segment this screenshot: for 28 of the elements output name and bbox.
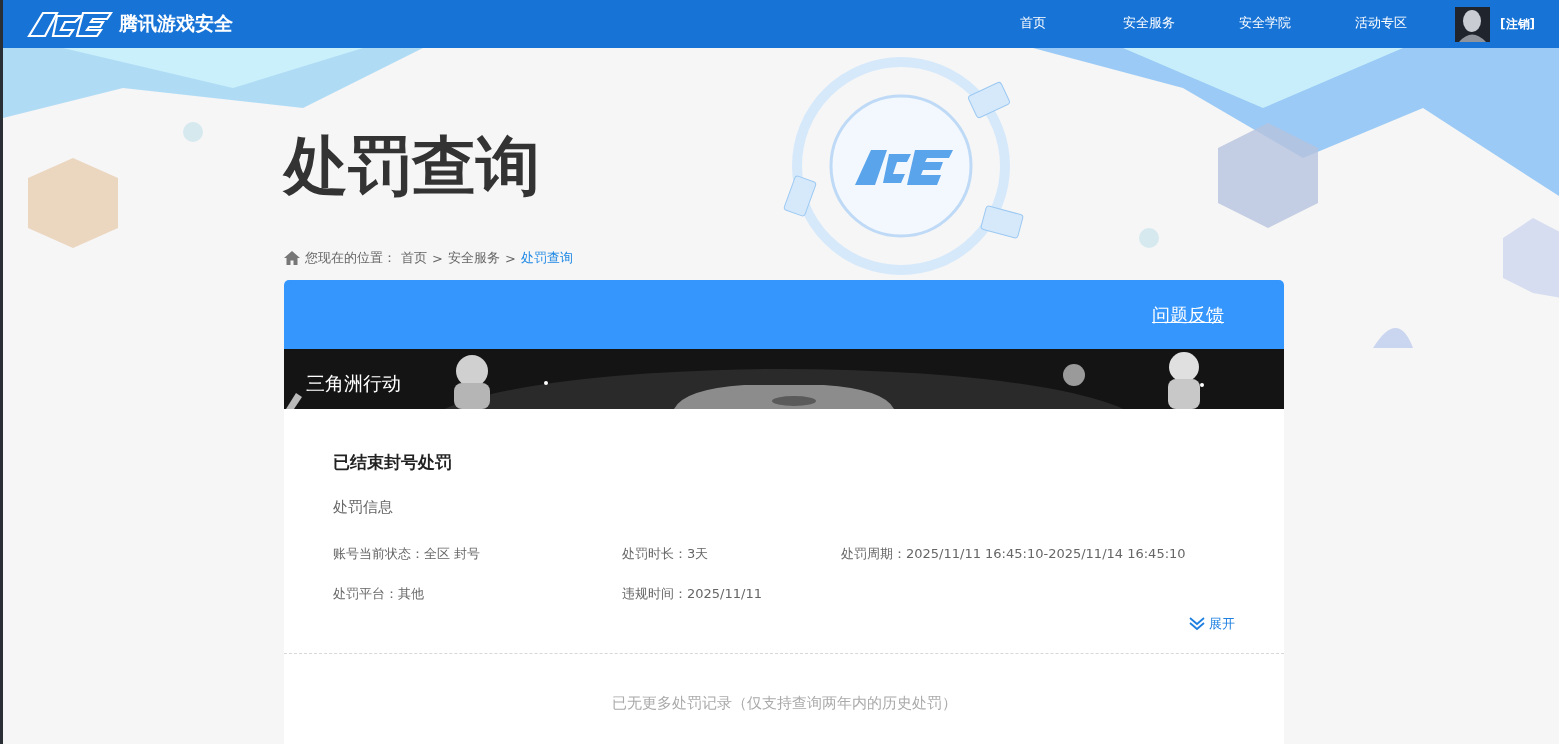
breadcrumb-separator: >: [504, 250, 516, 266]
info-field: 违规时间：2025/11/11: [622, 585, 841, 603]
nav-link[interactable]: 首页: [975, 10, 1092, 38]
feedback-link[interactable]: 问题反馈: [1152, 302, 1224, 327]
logo-icon: [27, 10, 113, 38]
end-note: 已无更多处罚记录（仅支持查询两年内的历史处罚）: [610, 694, 958, 713]
nav-link[interactable]: 活动专区: [1323, 10, 1440, 38]
breadcrumb-link[interactable]: 处罚查询: [520, 249, 573, 267]
info-field: 处罚时长：3天: [622, 545, 841, 563]
breadcrumb-label: 您现在的位置：: [305, 249, 396, 267]
section-label: 处罚信息: [333, 498, 394, 517]
brand-name: 腾讯游戏安全: [119, 11, 233, 36]
avatar[interactable]: [1455, 6, 1491, 42]
breadcrumb-separator: >: [432, 250, 443, 266]
record-title: 已结束封号处罚: [333, 451, 453, 474]
breadcrumb-link[interactable]: 安全服务: [447, 249, 500, 267]
breadcrumb-link[interactable]: 首页: [401, 249, 427, 267]
expand-button[interactable]: 展开: [1189, 615, 1235, 633]
info-field: 处罚周期：2025/11/11 16:45:10-2025/11/14 16:45:10: [841, 545, 1235, 563]
home-icon: [284, 251, 300, 265]
page-title: 处罚查询: [284, 128, 541, 205]
game-name: 三角洲行动: [306, 371, 401, 396]
nav-link[interactable]: 安全学院: [1207, 10, 1324, 38]
logout-link[interactable]: [注销]: [1500, 15, 1535, 33]
chevron-down-icon: [1189, 617, 1205, 631]
nav-link[interactable]: 安全服务: [1091, 10, 1208, 38]
info-field: 处罚平台：其他: [333, 585, 622, 603]
info-field: 账号当前状态：全区 封号: [333, 545, 622, 563]
